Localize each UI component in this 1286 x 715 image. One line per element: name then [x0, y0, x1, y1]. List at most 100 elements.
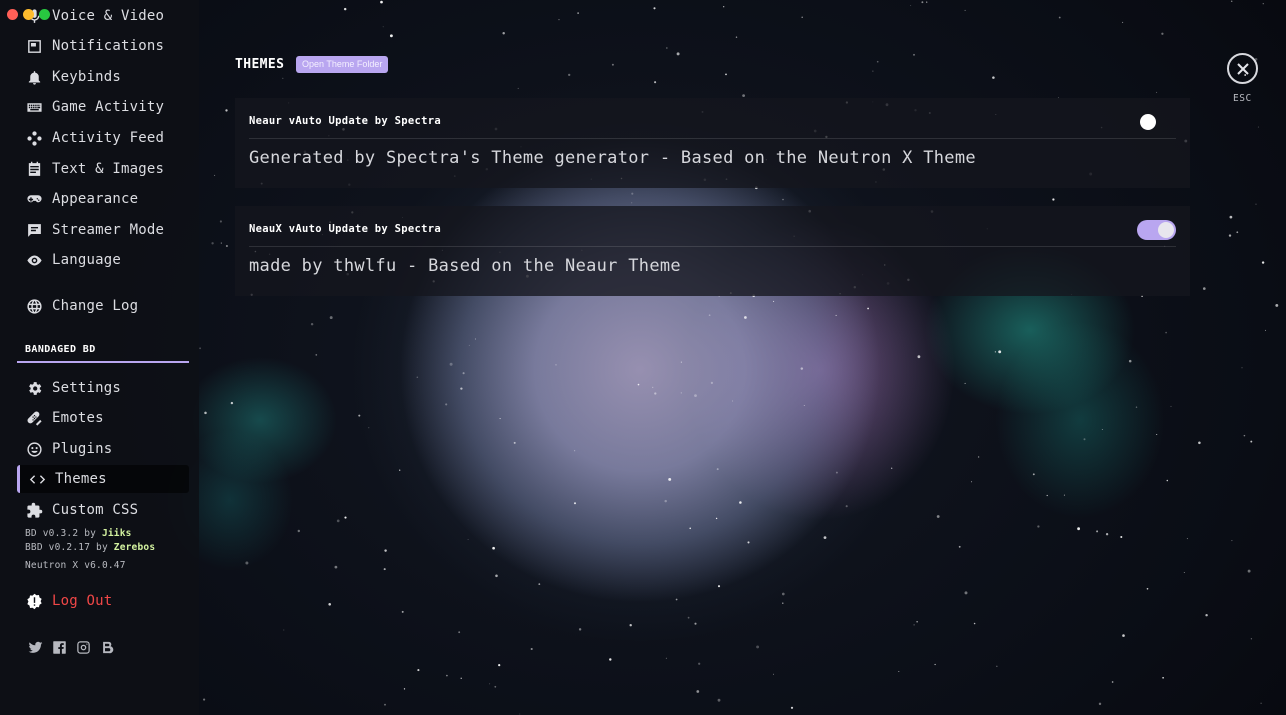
keyboard-icon — [25, 98, 43, 116]
star — [1101, 429, 1103, 431]
star — [611, 63, 614, 66]
star — [1146, 587, 1149, 590]
star — [343, 7, 347, 11]
social-links — [26, 639, 116, 655]
sidebar-item-language[interactable]: Language — [17, 246, 189, 274]
star — [1037, 525, 1040, 528]
sidebar-item-plugins[interactable]: Plugins — [17, 435, 189, 463]
sidebar-item-custom-css[interactable]: Custom CSS — [17, 496, 189, 524]
bbd-author-link[interactable]: Zerebos — [114, 542, 155, 553]
window-close-button[interactable] — [7, 9, 18, 20]
star — [1111, 681, 1114, 683]
star — [574, 450, 576, 452]
sidebar-item-keybinds[interactable]: Keybinds — [17, 63, 189, 91]
star — [936, 515, 940, 518]
theme-toggle[interactable] — [1137, 112, 1176, 132]
star — [1120, 535, 1123, 539]
log-out-button[interactable]: Log Out — [17, 587, 189, 615]
star — [676, 52, 680, 56]
sidebar-item-label: Emotes — [52, 410, 104, 426]
star — [675, 598, 678, 601]
star — [1265, 329, 1266, 331]
star — [916, 621, 918, 623]
theme-toggle[interactable] — [1137, 220, 1176, 240]
bd-version: BD v0.3.2 by Jiiks — [25, 528, 132, 539]
star — [1243, 434, 1246, 437]
star — [867, 307, 870, 310]
star — [876, 60, 879, 63]
sidebar-item-settings[interactable]: Settings — [17, 374, 189, 402]
star — [358, 414, 361, 417]
star — [389, 34, 393, 38]
bbd-version: BBD v0.2.17 by Zerebos — [25, 542, 155, 553]
star — [1250, 440, 1253, 443]
sidebar-item-themes[interactable]: Themes — [17, 465, 189, 493]
star — [664, 499, 667, 503]
star — [1186, 538, 1188, 540]
eye-icon — [25, 251, 43, 269]
star — [964, 591, 968, 595]
toggle-knob — [1158, 222, 1174, 238]
sidebar-item-game-activity[interactable]: Game Activity — [17, 93, 189, 121]
sidebar-item-emotes[interactable]: Emotes — [17, 404, 189, 432]
star — [934, 663, 936, 666]
sidebar-item-label: Keybinds — [52, 69, 122, 85]
star — [739, 501, 742, 504]
star — [891, 467, 893, 469]
star — [800, 367, 804, 370]
bd-author-link[interactable]: Jiiks — [102, 528, 132, 539]
star — [958, 545, 961, 548]
sidebar-item-appearance[interactable]: Appearance — [17, 185, 189, 213]
star — [382, 26, 384, 28]
star — [1228, 234, 1232, 237]
star — [449, 362, 453, 366]
star — [781, 592, 785, 596]
star — [964, 382, 966, 384]
window-maximize-button[interactable] — [39, 9, 50, 20]
star — [665, 657, 667, 659]
star — [1156, 433, 1158, 436]
star — [744, 316, 747, 319]
star — [383, 568, 386, 571]
sidebar-item-label: Language — [52, 252, 122, 268]
facebook-icon[interactable] — [50, 639, 68, 655]
smiley-icon — [25, 440, 43, 458]
star — [687, 616, 690, 619]
sidebar-item-label: Activity Feed — [52, 130, 165, 146]
star — [577, 12, 579, 14]
discord-bd-icon[interactable] — [98, 639, 116, 655]
star — [631, 192, 634, 195]
star — [735, 36, 738, 38]
star — [462, 372, 465, 375]
instagram-icon[interactable] — [74, 639, 92, 655]
star — [1122, 21, 1124, 23]
star — [971, 481, 973, 483]
open-theme-folder-button[interactable]: Open Theme Folder — [296, 56, 389, 73]
twitter-icon[interactable] — [26, 639, 44, 655]
sidebar-item-text-images[interactable]: Text & Images — [17, 155, 189, 183]
star — [1046, 494, 1048, 497]
star — [668, 477, 672, 481]
star — [494, 685, 497, 688]
sidebar-item-notifications[interactable]: Notifications — [17, 32, 189, 60]
star — [680, 361, 682, 363]
window-minimize-button[interactable] — [23, 9, 34, 20]
star — [513, 441, 516, 444]
star — [1198, 441, 1201, 445]
star — [698, 662, 701, 665]
star — [225, 109, 228, 112]
sidebar-item-change-log[interactable]: Change Log — [17, 292, 189, 320]
star — [717, 698, 721, 702]
card-divider — [249, 246, 1176, 247]
star — [835, 471, 838, 474]
star — [801, 16, 803, 18]
star — [1161, 32, 1164, 35]
sidebar-item-streamer-mode[interactable]: Streamer Mode — [17, 216, 189, 244]
close-settings-button[interactable] — [1227, 53, 1258, 84]
sidebar-item-activity-feed[interactable]: Activity Feed — [17, 124, 189, 152]
star — [225, 244, 228, 248]
star — [468, 344, 470, 346]
star — [680, 392, 682, 394]
star — [499, 418, 501, 420]
star — [823, 536, 827, 539]
